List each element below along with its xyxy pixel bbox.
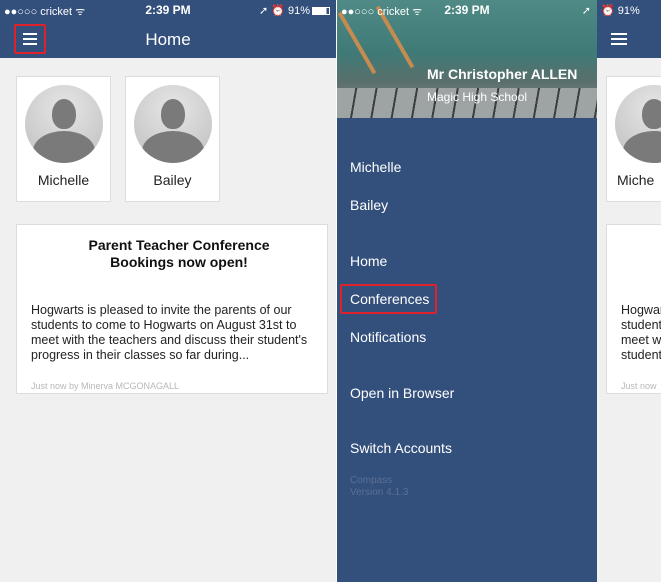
child-card-michelle[interactable]: Michelle xyxy=(16,76,111,202)
app-name: Compass xyxy=(350,475,393,486)
status-bar: ●●○○○ cricket ᯤ 2:39 PM ➚ xyxy=(337,0,597,20)
status-right: ➚ ⏰ 91% xyxy=(259,4,330,17)
battery-icon xyxy=(312,7,330,16)
avatar-placeholder-icon xyxy=(615,85,661,163)
drawer-item-switch-accounts[interactable]: Switch Accounts xyxy=(350,440,452,456)
drawer-item-conferences[interactable]: Conferences xyxy=(350,291,429,307)
status-bar: ⏰ 91% xyxy=(597,0,661,20)
drawer-item-bailey[interactable]: Bailey xyxy=(350,197,388,213)
menu-icon[interactable] xyxy=(611,33,627,45)
child-name: Bailey xyxy=(153,172,192,188)
news-card[interactable]: Parent Teacher Conference Bookings now o… xyxy=(16,224,328,394)
status-time: 2:39 PM xyxy=(444,3,490,17)
home-screen: ●●○○○ cricket ᯤ 2:39 PM ➚ ⏰ 91% Home Mic… xyxy=(0,0,336,582)
drawer-item-home[interactable]: Home xyxy=(350,253,387,269)
drawer-item-michelle[interactable]: Michelle xyxy=(350,159,401,175)
news-title: Parent Teacher Conference Bookings now o… xyxy=(88,237,270,270)
news-body: Hogwar student meet w student xyxy=(621,303,661,362)
news-card[interactable]: Hogwar student meet w student Just now xyxy=(606,224,661,394)
child-name: Miche xyxy=(617,172,655,188)
drawer-header: ●●○○○ cricket ᯤ 2:39 PM ➚ Mr Christopher… xyxy=(337,0,597,118)
home-screen-peek: ⏰ 91% Miche Hogwar student meet w studen… xyxy=(597,0,661,582)
school-name: Magic High School xyxy=(427,90,528,104)
avatar-placeholder-icon xyxy=(25,85,103,163)
nav-bar: ⏰ 91% xyxy=(597,0,661,58)
news-meta: Just now xyxy=(621,381,657,391)
page-title: Home xyxy=(145,30,191,49)
nav-bar: ●●○○○ cricket ᯤ 2:39 PM ➚ ⏰ 91% Home xyxy=(0,0,336,58)
status-right: ➚ xyxy=(581,5,591,17)
status-bar: ●●○○○ cricket ᯤ 2:39 PM ➚ ⏰ 91% xyxy=(0,0,336,20)
drawer-item-open-browser[interactable]: Open in Browser xyxy=(350,385,454,401)
teacher-name: Mr Christopher ALLEN xyxy=(427,66,578,82)
child-name: Michelle xyxy=(37,172,90,188)
side-drawer: ●●○○○ cricket ᯤ 2:39 PM ➚ Mr Christopher… xyxy=(337,0,597,582)
child-card[interactable]: Miche xyxy=(606,76,661,202)
news-body: Hogwarts is pleased to invite the parent… xyxy=(31,303,308,362)
drawer-item-notifications[interactable]: Notifications xyxy=(350,329,426,345)
news-meta: Just now by Minerva MCGONAGALL xyxy=(31,381,180,391)
app-version: Version 4.1.3 xyxy=(350,487,409,498)
status-right: ⏰ 91% xyxy=(601,5,640,17)
child-card-bailey[interactable]: Bailey xyxy=(125,76,220,202)
avatar-placeholder-icon xyxy=(134,85,212,163)
